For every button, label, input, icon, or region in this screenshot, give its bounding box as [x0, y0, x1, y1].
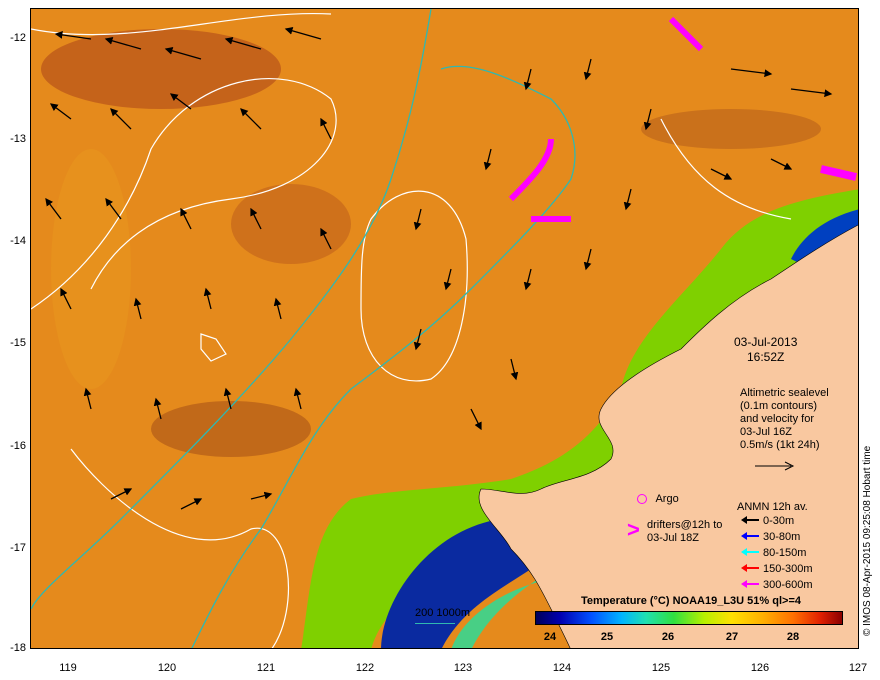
warm-patch: [641, 109, 821, 149]
depth-arrow-icon: [741, 564, 759, 572]
argo-legend: Argo: [637, 493, 679, 506]
time-text: 16:52Z: [747, 350, 785, 364]
drifters-label-line: drifters@12h to: [647, 519, 723, 531]
anmn-legend-row: 80-150m: [741, 547, 806, 559]
drifter-symbol-icon: >: [627, 517, 640, 542]
colorbar-tick-label: 24: [543, 631, 557, 643]
depth-arrow-icon: [741, 548, 759, 556]
colorbar: [535, 611, 843, 625]
drifters-legend: drifters@12h to 03-Jul 18Z: [647, 519, 722, 545]
warm-patch: [41, 29, 281, 109]
altimetric-note: Altimetric sealevel (0.1m contours) and …: [740, 387, 829, 452]
lat-tick: -15: [10, 337, 26, 349]
sst-map: 03-Jul-2013 16:52Z Altimetric sealevel (…: [30, 8, 859, 649]
argo-circle-icon: [637, 494, 647, 505]
altimetric-note-line: (0.1m contours): [740, 400, 818, 412]
map-canvas: [31, 9, 858, 648]
lat-tick: -16: [10, 440, 26, 452]
lon-tick: 127: [848, 662, 868, 674]
lon-tick: 125: [651, 662, 671, 674]
lat-tick: -14: [10, 235, 26, 247]
isobath-legend-label: 200 1000m: [415, 607, 471, 619]
colorbar-tick-label: 27: [725, 631, 739, 643]
lon-tick: 121: [256, 662, 276, 674]
date-text: 03-Jul-2013: [734, 335, 798, 349]
lon-tick: 120: [157, 662, 177, 674]
altimetric-note-line: 03-Jul 16Z: [740, 426, 792, 438]
argo-label: Argo: [655, 493, 679, 505]
drifters-label-line: 03-Jul 18Z: [647, 532, 699, 544]
depth-arrow-icon: [741, 580, 759, 588]
warm-patch: [151, 401, 311, 457]
anmn-legend-row: 150-300m: [741, 563, 813, 575]
depth-arrow-icon: [741, 532, 759, 540]
anmn-legend-row: 30-80m: [741, 531, 800, 543]
lon-tick: 124: [552, 662, 572, 674]
colorbar-tick-label: 26: [661, 631, 675, 643]
scale-arrow-icon: [755, 461, 795, 471]
imos-credit: © IMOS 08-Apr-2015 09:25:08 Hobart time: [862, 445, 873, 636]
lat-tick: -13: [10, 133, 26, 145]
lon-tick: 123: [453, 662, 473, 674]
lon-tick: 122: [355, 662, 375, 674]
colorbar-tick-label: 25: [600, 631, 614, 643]
altimetric-note-line: 0.5m/s (1kt 24h): [740, 439, 820, 451]
timestamp-block: 03-Jul-2013 16:52Z: [734, 335, 797, 365]
lat-tick: -18: [10, 642, 26, 654]
lon-tick: 126: [750, 662, 770, 674]
anmn-title: ANMN 12h av.: [737, 501, 808, 513]
isobath-legend-line: [415, 623, 455, 624]
anmn-legend-row: 0-30m: [741, 515, 794, 527]
lon-tick: 119: [59, 662, 77, 674]
lat-tick: -17: [10, 542, 26, 554]
warm-patch: [51, 149, 131, 389]
depth-arrow-icon: [741, 516, 759, 524]
colorbar-title: Temperature (°C) NOAA19_L3U 51% ql>=4: [581, 595, 801, 607]
colorbar-tick-label: 28: [786, 631, 800, 643]
altimetric-note-line: and velocity for: [740, 413, 814, 425]
anmn-legend-row: 300-600m: [741, 579, 813, 591]
altimetric-note-line: Altimetric sealevel: [740, 387, 829, 399]
lat-tick: -12: [10, 32, 26, 44]
